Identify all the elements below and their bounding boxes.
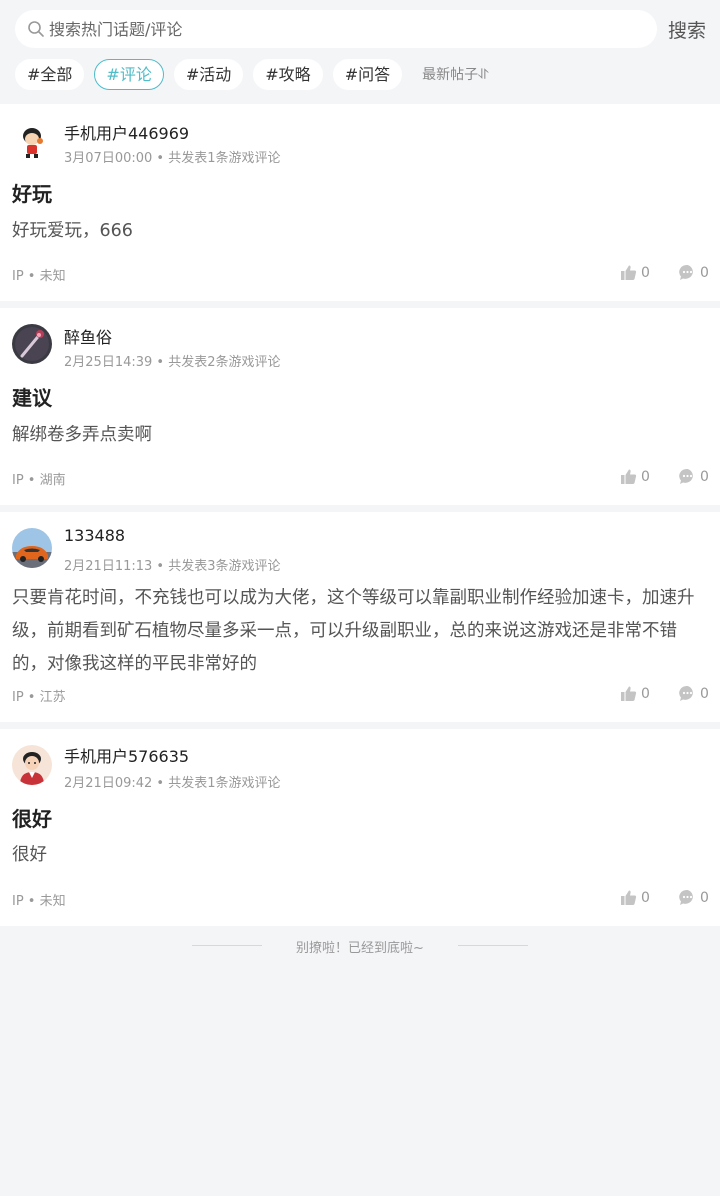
ip-location: IP • 江苏 [12, 690, 66, 705]
comment-bubble-icon [679, 685, 693, 701]
post-meta: 2月25日14:39 • 共发表2条游戏评论 [64, 355, 281, 370]
post-title: 建议 [12, 386, 52, 410]
like-count: 0 [641, 685, 650, 702]
post-meta: 2月21日09:42 • 共发表1条游戏评论 [64, 776, 281, 791]
sports-car-avatar[interactable] [12, 528, 52, 568]
username[interactable]: 醉鱼俗 [64, 324, 112, 348]
comment-button[interactable]: 0 [679, 264, 709, 281]
search-icon [27, 20, 45, 38]
post-card[interactable]: 133488 2月21日11:13 • 共发表3条游戏评论 只要肯花时间，不充钱… [0, 512, 720, 722]
comment-button[interactable]: 0 [679, 468, 709, 485]
tab-comments[interactable]: #评论 [94, 58, 164, 90]
footer-divider-right [458, 945, 528, 946]
username[interactable]: 手机用户576635 [64, 743, 189, 767]
like-button[interactable]: 0 [620, 264, 650, 281]
post-body: 解绑卷多弄点卖啊 [12, 425, 152, 445]
thumbs-up-icon [621, 686, 637, 701]
tab-qa[interactable]: #问答 [332, 58, 403, 90]
ip-location: IP • 未知 [12, 894, 66, 909]
search-bar[interactable] [15, 10, 657, 48]
post-body: 只要肯花时间，不充钱也可以成为大佬，这个等级可以靠副职业制作经验加速卡，加速升级… [12, 588, 695, 674]
comment-count: 0 [700, 685, 709, 702]
comment-count: 0 [700, 468, 709, 485]
comment-button[interactable]: 0 [679, 685, 709, 702]
like-count: 0 [641, 468, 650, 485]
end-of-list-text: 别撩啦！已经到底啦~ [296, 941, 424, 956]
comment-count: 0 [700, 889, 709, 906]
tab-events[interactable]: #活动 [173, 58, 244, 90]
post-card[interactable]: 手机用户446969 3月07日00:00 • 共发表1条游戏评论 好玩 好玩爱… [0, 104, 720, 301]
post-title: 好玩 [12, 182, 52, 206]
post-title: 很好 [12, 807, 52, 831]
sort-latest-button[interactable]: 最新帖子⥯ [422, 64, 488, 84]
like-button[interactable]: 0 [620, 685, 650, 702]
ip-location: IP • 未知 [12, 269, 66, 284]
cartoon-boy-avatar[interactable] [12, 121, 52, 161]
topic-tabs: #全部 #评论 #活动 #攻略 #问答 最新帖子⥯ [15, 58, 489, 90]
thumbs-up-icon [621, 265, 637, 280]
like-button[interactable]: 0 [620, 468, 650, 485]
post-body: 好玩爱玩，666 [12, 221, 133, 241]
thumbs-up-icon [621, 469, 637, 484]
comment-bubble-icon [679, 468, 693, 484]
post-meta: 2月21日11:13 • 共发表3条游戏评论 [64, 559, 281, 574]
cartoon-man-avatar[interactable] [12, 745, 52, 785]
header: 搜索 #全部 #评论 #活动 #攻略 #问答 最新帖子⥯ [0, 0, 720, 104]
username[interactable]: 133488 [64, 526, 125, 545]
search-button[interactable]: 搜索 [668, 16, 706, 43]
comment-bubble-icon [679, 264, 693, 280]
username[interactable]: 手机用户446969 [64, 120, 189, 144]
comment-button[interactable]: 0 [679, 889, 709, 906]
search-input[interactable] [49, 19, 609, 39]
ip-location: IP • 湖南 [12, 473, 66, 488]
like-count: 0 [641, 889, 650, 906]
comment-bubble-icon [679, 889, 693, 905]
thumbs-up-icon [621, 890, 637, 905]
post-body: 很好 [12, 845, 47, 865]
post-meta: 3月07日00:00 • 共发表1条游戏评论 [64, 151, 281, 166]
like-button[interactable]: 0 [620, 889, 650, 906]
tab-all[interactable]: #全部 [15, 58, 85, 90]
tab-guides[interactable]: #攻略 [253, 58, 323, 90]
post-card[interactable]: 醉鱼俗 2月25日14:39 • 共发表2条游戏评论 建议 解绑卷多弄点卖啊 I… [0, 308, 720, 505]
comment-count: 0 [700, 264, 709, 281]
like-count: 0 [641, 264, 650, 281]
staff-weapon-avatar[interactable] [12, 324, 52, 364]
post-card[interactable]: 手机用户576635 2月21日09:42 • 共发表1条游戏评论 很好 很好 … [0, 729, 720, 926]
